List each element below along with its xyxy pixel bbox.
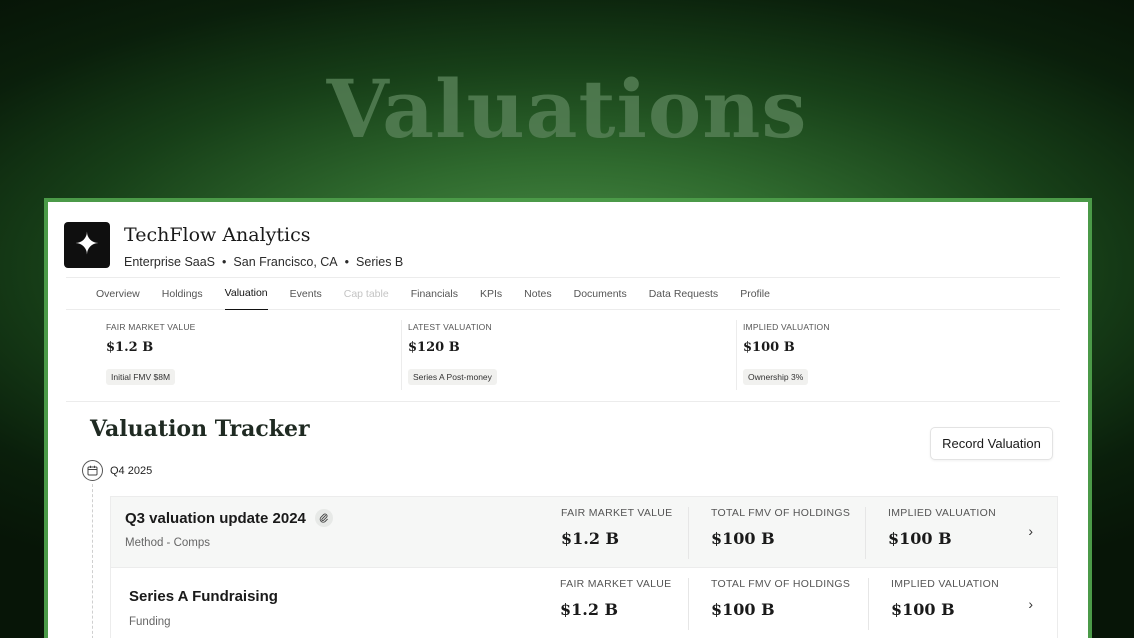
metric-label: FAIR MARKET VALUE xyxy=(560,578,672,590)
stat-tag: Series A Post-money xyxy=(408,369,497,385)
separator-dot: • xyxy=(222,255,227,269)
valuation-entry[interactable]: Series A Fundraising Funding FAIR MARKET… xyxy=(110,568,1058,638)
metric-label: TOTAL FMV OF HOLDINGS xyxy=(711,507,851,519)
metric-label: FAIR MARKET VALUE xyxy=(561,507,673,519)
stat-label: LATEST VALUATION xyxy=(408,322,492,332)
stat-latest-valuation: LATEST VALUATION $120 B Series A Post-mo… xyxy=(401,320,497,390)
calendar-icon xyxy=(82,460,103,481)
tab-bar: Overview Holdings Valuation Events Cap t… xyxy=(66,277,1060,310)
company-stage: Series B xyxy=(356,255,404,269)
tab-profile[interactable]: Profile xyxy=(740,278,770,310)
stat-value: $1.2 B xyxy=(106,340,154,355)
metric-fair-market-value: FAIR MARKET VALUE $1.2 B xyxy=(561,507,673,559)
metric-value: $100 B xyxy=(888,529,952,548)
tab-kpis[interactable]: KPIs xyxy=(480,278,502,310)
metric-total-fmv-holdings: TOTAL FMV OF HOLDINGS $100 B xyxy=(688,507,850,559)
metric-label: IMPLIED VALUATION xyxy=(888,507,996,519)
paperclip-icon[interactable] xyxy=(314,509,333,527)
stat-fair-market-value: FAIR MARKET VALUE $1.2 B Initial FMV $8M xyxy=(100,320,196,390)
separator-dot: • xyxy=(344,255,350,269)
timeline-line xyxy=(92,484,93,638)
metric-fair-market-value: FAIR MARKET VALUE $1.2 B xyxy=(560,578,672,630)
company-meta: Enterprise SaaS • San Francisco, CA • Se… xyxy=(124,255,403,269)
tab-overview[interactable]: Overview xyxy=(96,278,140,310)
entry-title-row: Series A Fundraising xyxy=(129,588,278,605)
metric-value: $100 B xyxy=(711,600,775,619)
stat-label: FAIR MARKET VALUE xyxy=(106,322,196,332)
metric-value: $100 B xyxy=(891,600,955,619)
stat-label: IMPLIED VALUATION xyxy=(743,322,830,332)
record-valuation-button[interactable]: Record Valuation xyxy=(930,427,1053,460)
entry-subtitle: Method - Comps xyxy=(125,537,211,549)
stat-implied-valuation: IMPLIED VALUATION $100 B Ownership 3% xyxy=(736,320,830,390)
company-industry: Enterprise SaaS xyxy=(124,255,216,269)
quarter-label: Q4 2025 xyxy=(110,464,153,477)
stat-tag: Ownership 3% xyxy=(743,369,809,385)
entry-title-row: Q3 valuation update 2024 xyxy=(125,509,333,527)
metric-implied-valuation: IMPLIED VALUATION $100 B xyxy=(868,578,999,630)
stat-tag: Initial FMV $8M xyxy=(106,369,176,385)
tab-data-requests[interactable]: Data Requests xyxy=(649,278,718,310)
tab-notes[interactable]: Notes xyxy=(524,278,551,310)
valuation-entry[interactable]: Q3 valuation update 2024 Method - Comps … xyxy=(110,496,1058,568)
company-name: TechFlow Analytics xyxy=(124,224,311,246)
entry-subtitle: Funding xyxy=(129,616,171,628)
hero-title: Valuations xyxy=(326,62,808,156)
tab-holdings[interactable]: Holdings xyxy=(162,278,203,310)
stat-value: $120 B xyxy=(408,340,460,355)
company-header: ✦ TechFlow Analytics Enterprise SaaS • S… xyxy=(64,222,403,269)
company-location: San Francisco, CA xyxy=(233,255,338,269)
chevron-right-icon[interactable]: › xyxy=(1028,523,1033,539)
tab-documents[interactable]: Documents xyxy=(574,278,627,310)
metric-value: $100 B xyxy=(711,529,775,548)
metric-implied-valuation: IMPLIED VALUATION $100 B xyxy=(865,507,996,559)
tab-cap-table: Cap table xyxy=(343,287,389,300)
valuation-summary: FAIR MARKET VALUE $1.2 B Initial FMV $8M… xyxy=(66,320,1060,402)
tracker-title: Valuation Tracker xyxy=(90,416,310,442)
entry-title: Series A Fundraising xyxy=(129,588,278,605)
four-point-star-icon: ✦ xyxy=(64,222,110,268)
metric-label: IMPLIED VALUATION xyxy=(891,578,999,590)
company-valuation-card: ✦ TechFlow Analytics Enterprise SaaS • S… xyxy=(44,198,1092,638)
metric-label: TOTAL FMV OF HOLDINGS xyxy=(711,578,851,590)
entry-title: Q3 valuation update 2024 xyxy=(125,509,306,527)
metric-total-fmv-holdings: TOTAL FMV OF HOLDINGS $100 B xyxy=(688,578,850,630)
tab-valuation[interactable]: Valuation xyxy=(224,278,268,310)
tab-financials[interactable]: Financials xyxy=(411,278,458,310)
chevron-right-icon[interactable]: › xyxy=(1028,596,1033,612)
stat-value: $100 B xyxy=(743,340,795,355)
quarter-header: Q4 2025 xyxy=(82,460,152,481)
metric-value: $1.2 B xyxy=(560,600,619,619)
metric-value: $1.2 B xyxy=(561,529,620,548)
tab-events[interactable]: Events xyxy=(290,278,322,310)
